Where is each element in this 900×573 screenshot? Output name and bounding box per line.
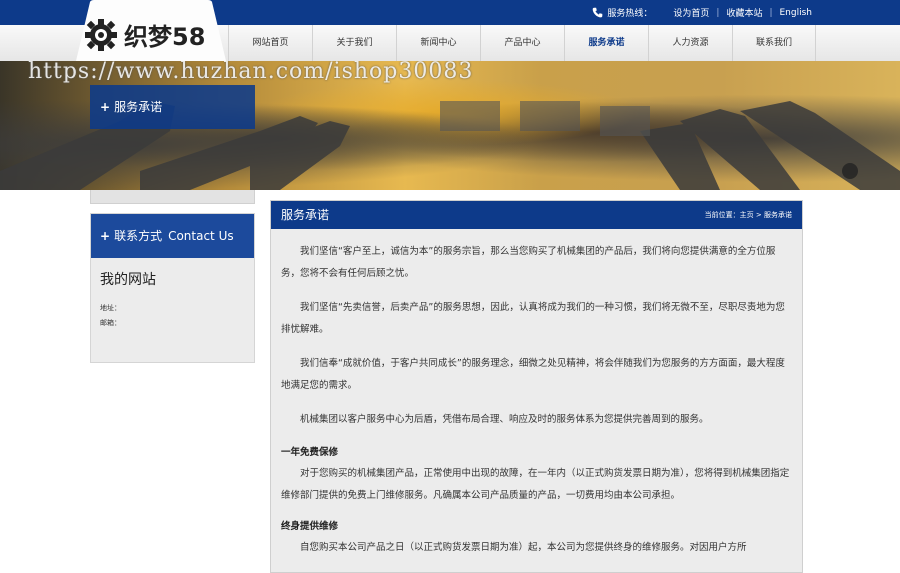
nav-item-hr[interactable]: 人力资源: [648, 25, 732, 61]
nav-item-home[interactable]: 网站首页: [228, 25, 312, 61]
section-heading: 终身提供维修: [281, 521, 339, 532]
top-links: 服务热线： 设为首页 | 收藏本站 | English: [592, 0, 812, 25]
paragraph: 我们信奉“成就价值，于客户共同成长”的服务理念，细微之处见精神，将会伴随我们为您…: [281, 358, 785, 391]
phone-icon: [593, 7, 603, 18]
contact-title-en: Contact Us: [168, 229, 234, 243]
contact-box: + 联系方式 Contact Us 我的网站 地址： 邮箱：: [90, 213, 255, 363]
contact-header: + 联系方式 Contact Us: [91, 214, 254, 258]
nav-item-service[interactable]: 服务承诺: [564, 25, 648, 61]
banner-title-footer: [90, 190, 255, 204]
nav-item-news[interactable]: 新闻中心: [396, 25, 480, 61]
address-label: 地址：: [100, 304, 121, 312]
paragraph: 我们坚信“客户至上，诚信为本”的服务宗旨，那么当您购买了机械集团的产品后，我们将…: [281, 246, 776, 279]
logo-area: 织梦58: [76, 0, 226, 61]
banner-section-label: 服务承诺: [114, 100, 163, 114]
main-nav: 网站首页 关于我们 新闻中心 产品中心 服务承诺 人力资源 联系我们: [228, 25, 816, 61]
email-label: 邮箱：: [100, 319, 121, 327]
main-panel: 服务承诺 当前位置：主页 > 服务承诺 我们坚信“客户至上，诚信为本”的服务宗旨…: [270, 200, 803, 573]
paragraph: 机械集团以客户服务中心为后盾，凭借布局合理、响应及时的服务体系为您提供完善周到的…: [300, 414, 709, 425]
site-name: 我的网站: [100, 272, 156, 288]
nav-item-about[interactable]: 关于我们: [312, 25, 396, 61]
breadcrumb[interactable]: 当前位置：主页 > 服务承诺: [705, 201, 792, 229]
separator: |: [716, 7, 720, 18]
logo[interactable]: 织梦58: [84, 17, 205, 52]
separator: |: [769, 7, 773, 18]
bookmark-link[interactable]: 收藏本站: [726, 6, 762, 19]
paragraph: 我们坚信“先卖信誉，后卖产品”的服务思想，因此，认真将成为我们的一种习惯，我们将…: [281, 302, 785, 335]
logo-text: 织梦58: [124, 23, 206, 51]
plus-icon: +: [100, 100, 111, 114]
contact-title: 联系方式: [114, 229, 163, 243]
page-title: 服务承诺: [281, 208, 330, 222]
hotline: 服务热线：: [592, 6, 652, 19]
plus-icon: +: [100, 229, 111, 243]
nav-item-contact[interactable]: 联系我们: [732, 25, 816, 61]
gear-icon: [85, 18, 117, 51]
paragraph: 对于您购买的机械集团产品，正常使用中出现的故障，在一年内（以正式购货发票日期为准…: [281, 468, 790, 501]
banner-section-title: + 服务承诺: [90, 85, 255, 129]
main-header: 服务承诺 当前位置：主页 > 服务承诺: [271, 201, 802, 229]
set-homepage-link[interactable]: 设为首页: [673, 6, 709, 19]
nav-item-products[interactable]: 产品中心: [480, 25, 564, 61]
article-content: 我们坚信“客户至上，诚信为本”的服务宗旨，那么当您购买了机械集团的产品后，我们将…: [271, 229, 802, 559]
hotline-label: 服务热线：: [607, 9, 653, 19]
paragraph: 自您购买本公司产品之日（以正式购货发票日期为准）起，本公司为您提供终身的维修服务…: [300, 542, 747, 553]
english-link[interactable]: English: [780, 8, 813, 18]
section-heading: 一年免费保修: [281, 447, 339, 458]
watermark-text: https://www.huzhan.com/ishop30083: [28, 61, 474, 84]
